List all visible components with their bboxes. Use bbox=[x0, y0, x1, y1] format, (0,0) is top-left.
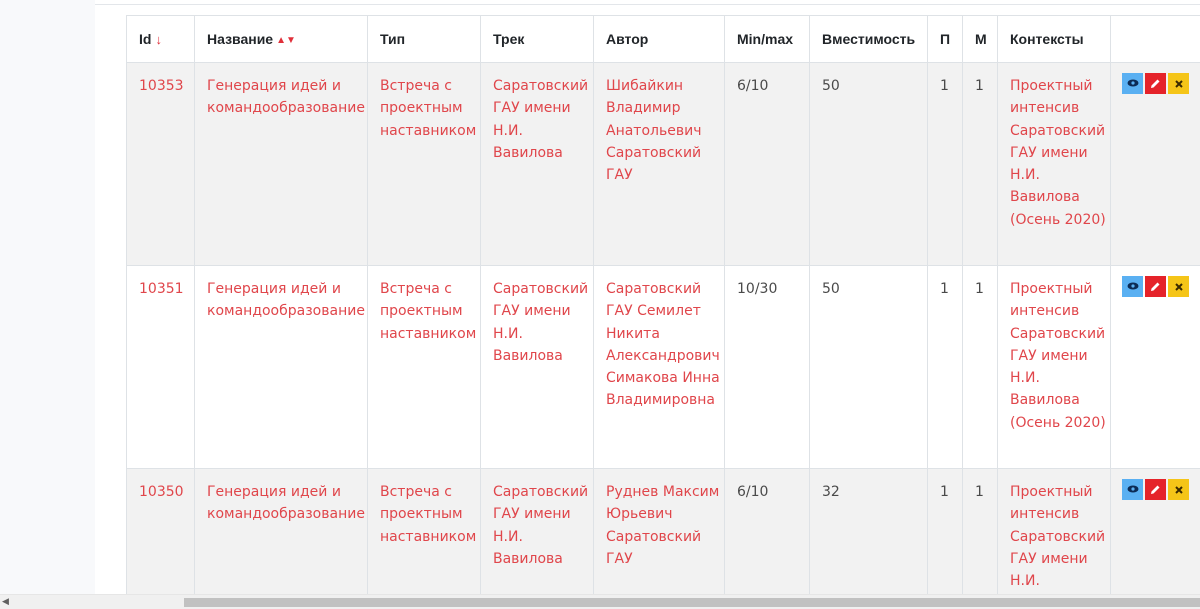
table-row: 10351 Генерация идей и командообразовани… bbox=[127, 266, 1200, 469]
edit-button[interactable] bbox=[1145, 479, 1166, 500]
column-header-minmax: Min/max bbox=[725, 16, 810, 63]
row-minmax: 10/30 bbox=[725, 266, 810, 469]
pencil-icon bbox=[1150, 484, 1161, 495]
view-button[interactable] bbox=[1122, 479, 1143, 500]
row-type-link[interactable]: Встреча с проектным наставником bbox=[368, 63, 481, 266]
row-type-link[interactable]: Встреча с проектным наставником bbox=[368, 469, 481, 595]
table-row: 10350 Генерация идей и командообразовани… bbox=[127, 469, 1200, 595]
row-name-link[interactable]: Генерация идей и командообразование bbox=[195, 63, 368, 266]
row-contexts-link[interactable]: Проектный интенсив Саратовский ГАУ имени… bbox=[998, 469, 1111, 595]
view-button[interactable] bbox=[1122, 276, 1143, 297]
column-header-contexts: Контексты bbox=[998, 16, 1111, 63]
delete-button[interactable] bbox=[1168, 73, 1189, 94]
sort-both-icon[interactable]: ▲▼ bbox=[276, 37, 296, 44]
row-p: 1 bbox=[928, 266, 963, 469]
close-icon bbox=[1175, 283, 1183, 291]
close-icon bbox=[1175, 486, 1183, 494]
row-actions bbox=[1111, 469, 1200, 595]
row-p: 1 bbox=[928, 469, 963, 595]
edit-button[interactable] bbox=[1145, 276, 1166, 297]
row-m: 1 bbox=[963, 469, 998, 595]
row-track-link[interactable]: Саратовский ГАУ имени Н.И. Вавилова bbox=[481, 266, 594, 469]
table-row: 10353 Генерация идей и командообразовани… bbox=[127, 63, 1200, 266]
row-type-link[interactable]: Встреча с проектным наставником bbox=[368, 266, 481, 469]
row-capacity: 32 bbox=[810, 469, 928, 595]
eye-icon bbox=[1127, 282, 1139, 290]
row-contexts-link[interactable]: Проектный интенсив Саратовский ГАУ имени… bbox=[998, 63, 1111, 266]
row-contexts-link[interactable]: Проектный интенсив Саратовский ГАУ имени… bbox=[998, 266, 1111, 469]
pencil-icon bbox=[1150, 281, 1161, 292]
row-author-link[interactable]: Саратовский ГАУ Семилет Никита Александр… bbox=[594, 266, 725, 469]
column-header-p: П bbox=[928, 16, 963, 63]
events-table: Id↓ Название▲▼ Тип Трек Автор Min/max Вм… bbox=[126, 15, 1200, 594]
row-m: 1 bbox=[963, 63, 998, 266]
sort-descending-icon[interactable]: ↓ bbox=[155, 32, 162, 47]
eye-icon bbox=[1127, 79, 1139, 87]
delete-button[interactable] bbox=[1168, 479, 1189, 500]
column-header-author: Автор bbox=[594, 16, 725, 63]
row-capacity: 50 bbox=[810, 266, 928, 469]
row-track-link[interactable]: Саратовский ГАУ имени Н.И. Вавилова bbox=[481, 469, 594, 595]
row-id-link[interactable]: 10353 bbox=[127, 63, 195, 266]
column-header-capacity: Вместимость bbox=[810, 16, 928, 63]
column-header-m: М bbox=[963, 16, 998, 63]
row-track-link[interactable]: Саратовский ГАУ имени Н.И. Вавилова bbox=[481, 63, 594, 266]
content-panel: Id↓ Название▲▼ Тип Трек Автор Min/max Вм… bbox=[95, 0, 1200, 594]
row-id-link[interactable]: 10350 bbox=[127, 469, 195, 595]
scrollbar-thumb[interactable] bbox=[184, 598, 1200, 607]
row-author-link[interactable]: Шибайкин Владимир Анатольевич Саратовски… bbox=[594, 63, 725, 266]
column-header-type: Тип bbox=[368, 16, 481, 63]
row-m: 1 bbox=[963, 266, 998, 469]
row-name-link[interactable]: Генерация идей и командообразование bbox=[195, 266, 368, 469]
row-minmax: 6/10 bbox=[725, 63, 810, 266]
divider bbox=[95, 4, 1200, 5]
column-header-name[interactable]: Название▲▼ bbox=[195, 16, 368, 63]
row-minmax: 6/10 bbox=[725, 469, 810, 595]
pencil-icon bbox=[1150, 78, 1161, 89]
horizontal-scrollbar[interactable]: ◀ bbox=[0, 594, 1200, 609]
row-capacity: 50 bbox=[810, 63, 928, 266]
close-icon bbox=[1175, 80, 1183, 88]
row-id-link[interactable]: 10351 bbox=[127, 266, 195, 469]
column-header-track: Трек bbox=[481, 16, 594, 63]
table-header-row: Id↓ Название▲▼ Тип Трек Автор Min/max Вм… bbox=[127, 16, 1200, 63]
column-header-actions bbox=[1111, 16, 1200, 63]
row-author-link[interactable]: Руднев Максим Юрьевич Саратовский ГАУ bbox=[594, 469, 725, 595]
row-p: 1 bbox=[928, 63, 963, 266]
row-actions bbox=[1111, 266, 1200, 469]
view-button[interactable] bbox=[1122, 73, 1143, 94]
row-actions bbox=[1111, 63, 1200, 266]
scroll-left-icon[interactable]: ◀ bbox=[2, 597, 9, 607]
column-header-id[interactable]: Id↓ bbox=[127, 16, 195, 63]
delete-button[interactable] bbox=[1168, 276, 1189, 297]
eye-icon bbox=[1127, 485, 1139, 493]
edit-button[interactable] bbox=[1145, 73, 1166, 94]
row-name-link[interactable]: Генерация идей и командообразование bbox=[195, 469, 368, 595]
